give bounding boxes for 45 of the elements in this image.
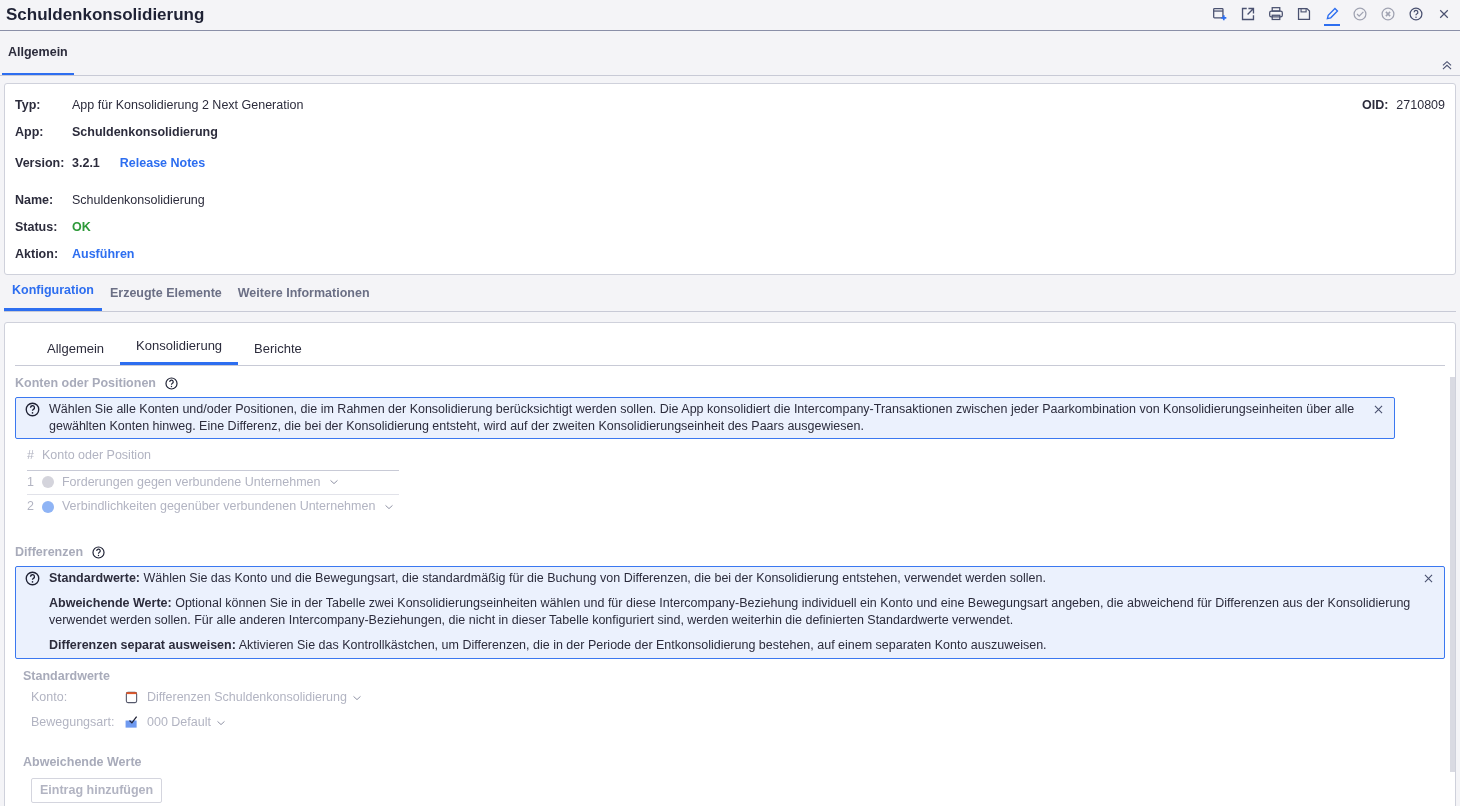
help-icon[interactable] [91,544,107,560]
field-label: App: [15,124,45,142]
field-label: Bewegungsart: [31,714,116,732]
help-icon[interactable] [164,375,179,391]
field-label: Konto: [31,689,69,707]
window-title: Schuldenkonsolidierung [6,4,205,27]
tab[interactable]: Allgemein [2,31,74,75]
tab[interactable]: Konfiguration [4,281,102,311]
action-link[interactable]: Ausführen [72,245,135,264]
oid-label: OID: [1361,97,1389,114]
column-header: # [27,446,34,464]
section-title: Differenzen [15,543,84,561]
help-text: Abweichende Werte: Optional können Sie in der Tabelle zwei Konsolidierungseinheiten wählen und für diese Intercompany-Beziehung individuell ein Konto und eine Bewegungsart angeben, die abweichend für Differenzen aus der Konsolidierung verwendet werden sollen. Für alle anderen Intercompany-Beziehungen, die nicht in dieser Tabelle konfiguriert sind, werden weiterhin die definierten Standardwerte verwendet. [49,594,1412,629]
calendar-icon [124,690,139,706]
field-label: Status: [15,219,59,237]
row-number: 2 [27,498,34,516]
row-number: 1 [27,473,34,491]
tab[interactable]: Allgemein [31,338,121,365]
field-label: Version: [15,155,66,173]
field-value: 3.2.1 [72,155,100,173]
help-text: Wählen Sie alle Konten und/oder Positionen, die im Rahmen der Konsolidierung berücksichtigt werden sollen. Die App konsolidiert die Intercompany-Transaktionen zwischen jeder Paarkombination von Konsolidierungseinheiten über alle gewählten Konten hinweg. Eine Differenz, die bei der Konsolidierung entsteht, wird auf der zweiten Konsolidierungseinheit des Paars ausgewiesen. [49,400,1356,435]
help-text: Standardwerte: Wählen Sie das Konto und die Bewegungsart, die standardmäßig für die Buchung von Differenzen, die bei der Konsolidierung entstehen, verwendet werden sollen. [49,569,1047,587]
status-value: OK [72,219,91,237]
tab[interactable]: Weitere Informationen [229,284,378,311]
help-icon[interactable] [24,400,41,418]
tab[interactable]: Berichte [238,338,318,365]
field-label: Name: [15,192,55,210]
column-header: Konto oder Position [41,446,152,464]
help-text: Differenzen separat ausweisen: Aktivieren Sie das Kontrollkästchen, um Differenzen, die in der Periode der Entkonsolidierung bestehen, auf einem separaten Konto auszuweisen. [49,636,1048,654]
oid-value: 2710809 [1396,97,1445,114]
tab[interactable]: Erzeugte Elemente [101,284,230,311]
field-label: Aktion: [15,246,60,264]
field-value: App für Konsolidierung 2 Next Generation [72,97,304,115]
scrollbar[interactable] [1450,377,1455,772]
field-value: Schuldenkonsolidierung [72,192,205,210]
release-notes-link[interactable]: Release Notes [119,154,206,173]
subsection-title: Standardwerte [23,667,111,685]
collapse-icon[interactable] [1440,58,1454,72]
section-title: Konten oder Positionen [15,375,156,392]
field-label: Typ: [15,97,42,115]
tab[interactable]: Konsolidierung [120,335,239,365]
checked-box-icon [124,715,139,731]
help-icon[interactable] [24,569,41,587]
subsection-title: Abweichende Werte [23,754,143,772]
field-value: Schuldenkonsolidierung [72,124,218,142]
